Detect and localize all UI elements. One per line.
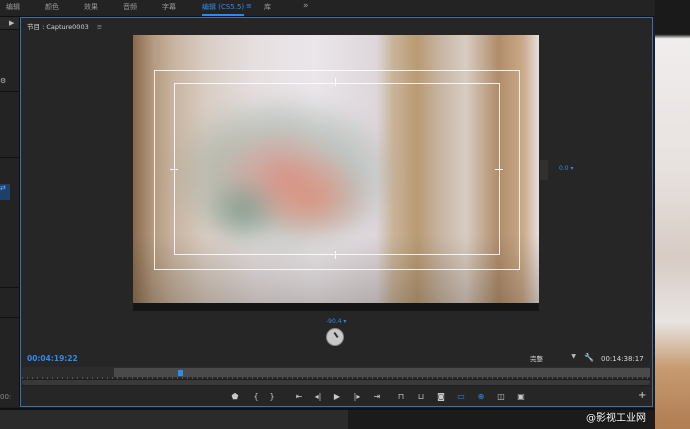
duration-timecode: 00:14:38:17 (601, 355, 644, 363)
divider (0, 317, 19, 318)
workspace-tab-audio[interactable]: 音频 (123, 2, 137, 12)
play-icon[interactable]: ▶ (9, 19, 14, 27)
safe-margin-tick (495, 169, 503, 170)
safe-margins-button[interactable]: ▭ (455, 391, 467, 403)
step-forward-button[interactable]: |▸ (351, 391, 363, 403)
go-to-out-button[interactable]: ⇥ (371, 391, 383, 403)
vr-vertical-value[interactable]: 0.0 ▾ (559, 165, 573, 172)
add-marker-button[interactable]: ⬟ (229, 391, 241, 403)
workspace-tab-editing-cs55[interactable]: 编辑 (CS5.5) (202, 2, 245, 16)
panel-title[interactable]: 节目 : Capture0003 ≡ (27, 21, 102, 31)
divider (0, 91, 19, 92)
workspace-tab-color[interactable]: 颜色 (45, 2, 59, 12)
fit-dropdown-value: 完整 (530, 355, 543, 363)
vr-video-button[interactable]: ⊕ (475, 391, 487, 403)
workspace-menu-icon[interactable]: ≡ (246, 2, 252, 10)
timeline-panel-header (0, 410, 348, 429)
zoom-scrollbar[interactable] (22, 379, 650, 386)
multi-camera-button[interactable]: ▣ (515, 391, 527, 403)
workspace-tab-editing[interactable]: 编辑 (6, 2, 20, 12)
comparison-view-button[interactable]: ◫ (495, 391, 507, 403)
extract-button[interactable]: ⊔ (415, 391, 427, 403)
time-ruler-range (114, 368, 650, 377)
more-workspaces-icon[interactable]: » (303, 1, 309, 11)
title-safe-margin (174, 83, 500, 255)
workspace-bar: 编辑 颜色 效果 音频 字幕 编辑 (CS5.5) ≡ 库 » (0, 0, 655, 17)
workspace-tab-titles[interactable]: 字幕 (162, 2, 176, 12)
play-button[interactable]: ▶ (331, 391, 343, 403)
left-panel: ▶ ⚙ ⇄ 00: (0, 17, 20, 407)
vr-rotation-dial[interactable] (326, 328, 344, 346)
export-frame-button[interactable]: ◙ (435, 391, 447, 403)
safe-margin-tick (170, 169, 178, 170)
workspace-tab-effects[interactable]: 效果 (84, 2, 98, 12)
button-editor-add-icon[interactable]: + (638, 390, 646, 401)
go-to-in-button[interactable]: ⇤ (293, 391, 305, 403)
mark-out-button[interactable]: } (266, 391, 278, 403)
lift-button[interactable]: ⊓ (395, 391, 407, 403)
playhead-handle[interactable] (178, 370, 183, 376)
safe-margin-tick (335, 78, 336, 86)
divider (0, 157, 19, 158)
watermark-text: @影视工业网 (586, 413, 646, 424)
video-preview[interactable] (133, 35, 539, 303)
timecode-fragment: 00: (0, 393, 12, 401)
current-timecode[interactable]: 00:04:19:22 (27, 354, 78, 363)
panel-menu-icon[interactable]: ≡ (97, 23, 102, 31)
selected-item-indicator[interactable]: ⇄ (0, 184, 10, 200)
background-photo (655, 0, 690, 429)
wrench-icon[interactable]: 🔧 (584, 353, 594, 362)
vr-horizontal-value[interactable]: -90.4 ▾ (326, 318, 346, 325)
workspace-tab-libraries[interactable]: 库 (264, 2, 271, 12)
step-back-button[interactable]: ◂| (312, 391, 324, 403)
settings-icon[interactable]: ⚙ (0, 77, 6, 85)
fit-dropdown[interactable]: 完整 ▼ (530, 353, 578, 364)
divider (0, 287, 19, 288)
safe-margin-tick (335, 251, 336, 259)
panel-title-text: 节目 : Capture0003 (27, 23, 89, 31)
vr-slider-vertical[interactable] (540, 160, 548, 180)
zoom-scrollbar-thumb[interactable] (22, 380, 650, 385)
mark-in-button[interactable]: { (250, 391, 262, 403)
chevron-down-icon: ▼ (571, 353, 576, 360)
